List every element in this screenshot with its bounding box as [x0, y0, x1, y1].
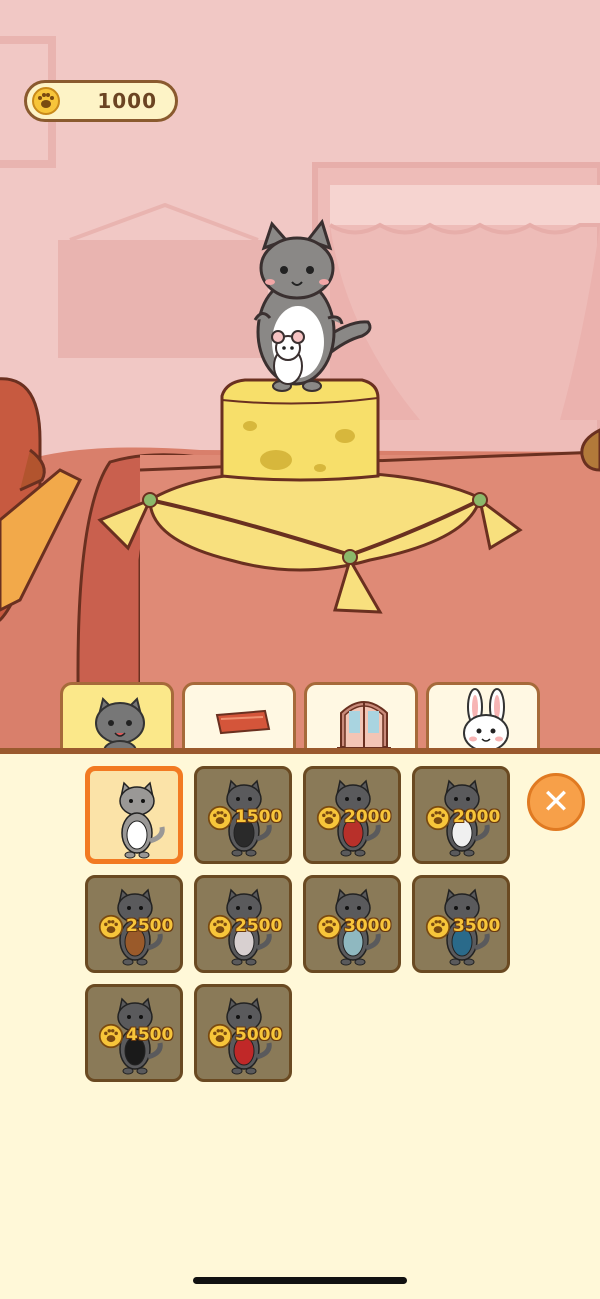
shop-item-princess[interactable]: 2500: [194, 875, 292, 973]
close-icon: ✕: [541, 782, 571, 822]
shop-item-default[interactable]: [85, 766, 183, 864]
paw-coin-icon: [207, 805, 233, 831]
cat-costume-icon: [119, 781, 165, 859]
paw-coin-icon: [207, 1023, 233, 1049]
paw-coin-icon: [98, 1023, 124, 1049]
game-scene: 1000: [0, 0, 600, 760]
paw-coin-icon: [32, 87, 60, 115]
shop-item-red-vest[interactable]: 5000: [194, 984, 292, 1082]
item-price: 1500: [235, 807, 283, 827]
shop-item-cowboy[interactable]: 2500: [85, 875, 183, 973]
item-price: 5000: [235, 1025, 283, 1045]
cat-face-icon: [95, 697, 145, 752]
paw-coin-icon: [98, 914, 124, 940]
close-button[interactable]: ✕: [527, 773, 585, 831]
item-price: 2000: [453, 807, 501, 827]
item-price: 3500: [453, 916, 501, 936]
shop-item-sunglasses[interactable]: 1500: [194, 766, 292, 864]
tab-door[interactable]: [304, 682, 418, 752]
tab-cat[interactable]: [60, 682, 174, 752]
item-price: 4500: [126, 1025, 174, 1045]
bunny-icon: [463, 688, 509, 752]
shop-item-red-dress[interactable]: 2000: [303, 766, 401, 864]
item-price: 2500: [235, 916, 283, 936]
tab-bunny[interactable]: [426, 682, 540, 752]
paw-coin-icon: [316, 914, 342, 940]
shop-item-cow[interactable]: 2000: [412, 766, 510, 864]
paw-coin-icon: [425, 914, 451, 940]
home-indicator: [193, 1277, 407, 1284]
paw-coin-icon: [316, 805, 342, 831]
tab-cushion[interactable]: [182, 682, 296, 752]
door-icon: [337, 701, 391, 751]
item-price: 2500: [126, 916, 174, 936]
coin-counter: 1000: [24, 80, 178, 122]
item-price: 2000: [344, 807, 392, 827]
paw-coin-icon: [425, 805, 451, 831]
item-price: 3000: [344, 916, 392, 936]
shop-item-chef[interactable]: 3000: [303, 875, 401, 973]
coin-amount: 1000: [97, 89, 157, 113]
cushion-icon: [215, 709, 271, 735]
paw-coin-icon: [207, 914, 233, 940]
shop-item-pirate[interactable]: 3500: [412, 875, 510, 973]
shop-item-black-dress[interactable]: 4500: [85, 984, 183, 1082]
